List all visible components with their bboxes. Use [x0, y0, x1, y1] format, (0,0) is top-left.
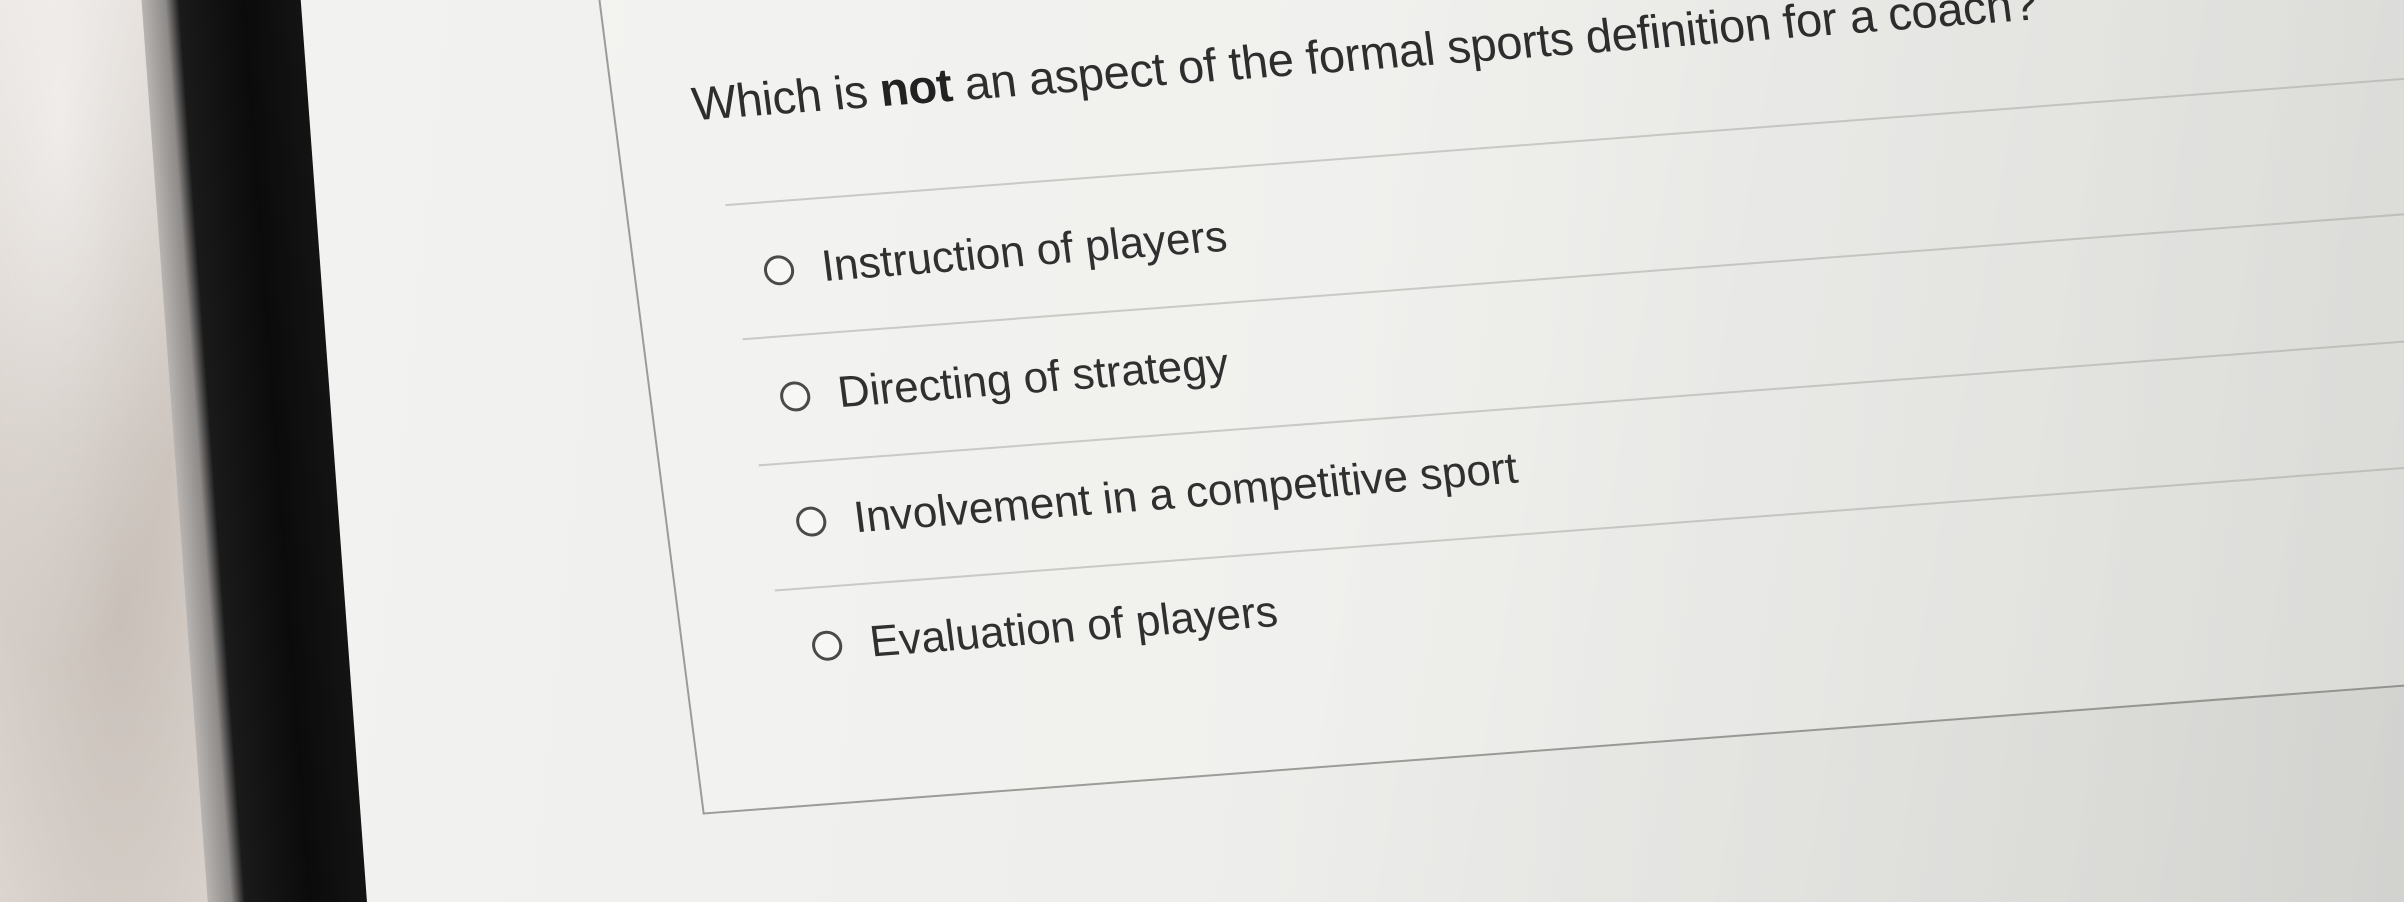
radio-button-icon[interactable] — [810, 629, 845, 662]
radio-button-icon[interactable] — [778, 380, 813, 413]
radio-button-icon[interactable] — [794, 505, 829, 538]
question-emphasis: not — [876, 58, 956, 117]
quiz-question-panel: Which is not an aspect of the formal spo… — [595, 0, 2404, 824]
quiz-stage: Which is not an aspect of the formal spo… — [0, 0, 2404, 902]
radio-button-icon[interactable] — [762, 254, 796, 287]
